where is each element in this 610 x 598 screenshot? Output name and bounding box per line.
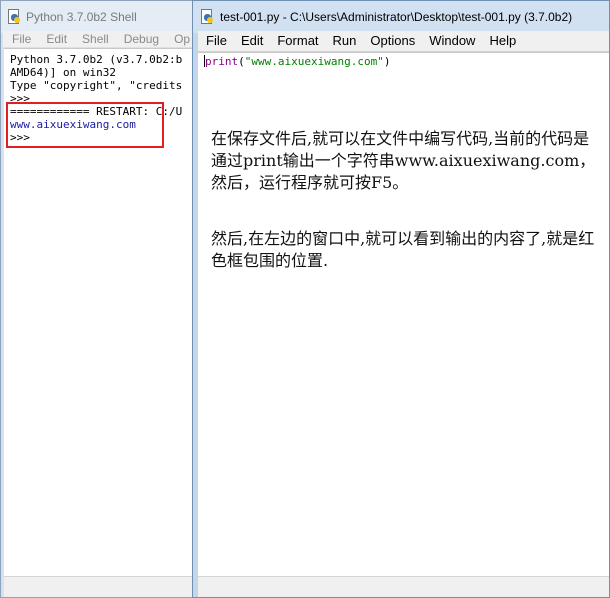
editor-menu-edit[interactable]: Edit [233,31,269,51]
shell-menu-shell[interactable]: Shell [73,31,115,47]
python-file-icon [200,9,214,25]
shell-menubar: File Edit Shell Debug Op [3,31,199,47]
shell-banner-line-3: Type "copyright", "credits [10,79,183,92]
shell-statusbar [4,576,199,597]
editor-menu-run[interactable]: Run [325,31,363,51]
shell-menu-debug[interactable]: Debug [115,31,165,47]
code-paren-open: ( [238,55,245,68]
shell-banner-line-2: AMD64)] on win32 [10,66,116,79]
shell-menu-edit[interactable]: Edit [37,31,73,47]
code-paren-close: ) [383,55,391,68]
code-keyword-print: print [205,55,239,68]
output-highlight-box [6,102,164,148]
editor-text-area[interactable]: print("www.aixuexiwang.com") 在保存文件后,就可以在… [198,52,609,577]
editor-menu-file[interactable]: File [198,31,233,51]
editor-window[interactable]: test-001.py - C:\Users\Administrator\Des… [192,0,610,598]
editor-menubar: File Edit Format Run Options Window Help [198,31,609,51]
shell-title: Python 3.7.0b2 Shell [26,10,137,24]
python-file-icon [7,9,21,25]
shell-titlebar[interactable]: Python 3.7.0b2 Shell [1,1,199,33]
editor-menu-options[interactable]: Options [362,31,421,51]
editor-menu-help[interactable]: Help [481,31,522,51]
code-string: "www.aixuexiwang.com" [244,55,384,68]
shell-menu-file[interactable]: File [3,31,37,47]
shell-window[interactable]: Python 3.7.0b2 Shell File Edit Shell Deb… [0,0,200,598]
annotation-paragraph-2: 然后,在左边的窗口中,就可以看到输出的内容了,就是红色框包围的位置. [211,229,595,270]
editor-menu-format[interactable]: Format [269,31,324,51]
editor-titlebar[interactable]: test-001.py - C:\Users\Administrator\Des… [193,1,609,33]
annotation-paragraph-1: 在保存文件后,就可以在文件中编写代码,当前的代码是通过print输出一个字符串w… [211,129,596,192]
editor-menu-window[interactable]: Window [421,31,481,51]
editor-statusbar [198,576,609,597]
code-line-1[interactable]: print("www.aixuexiwang.com") [204,55,390,69]
shell-banner-line-1: Python 3.7.0b2 (v3.7.0b2:b [10,53,183,66]
editor-title: test-001.py - C:\Users\Administrator\Des… [220,10,573,24]
